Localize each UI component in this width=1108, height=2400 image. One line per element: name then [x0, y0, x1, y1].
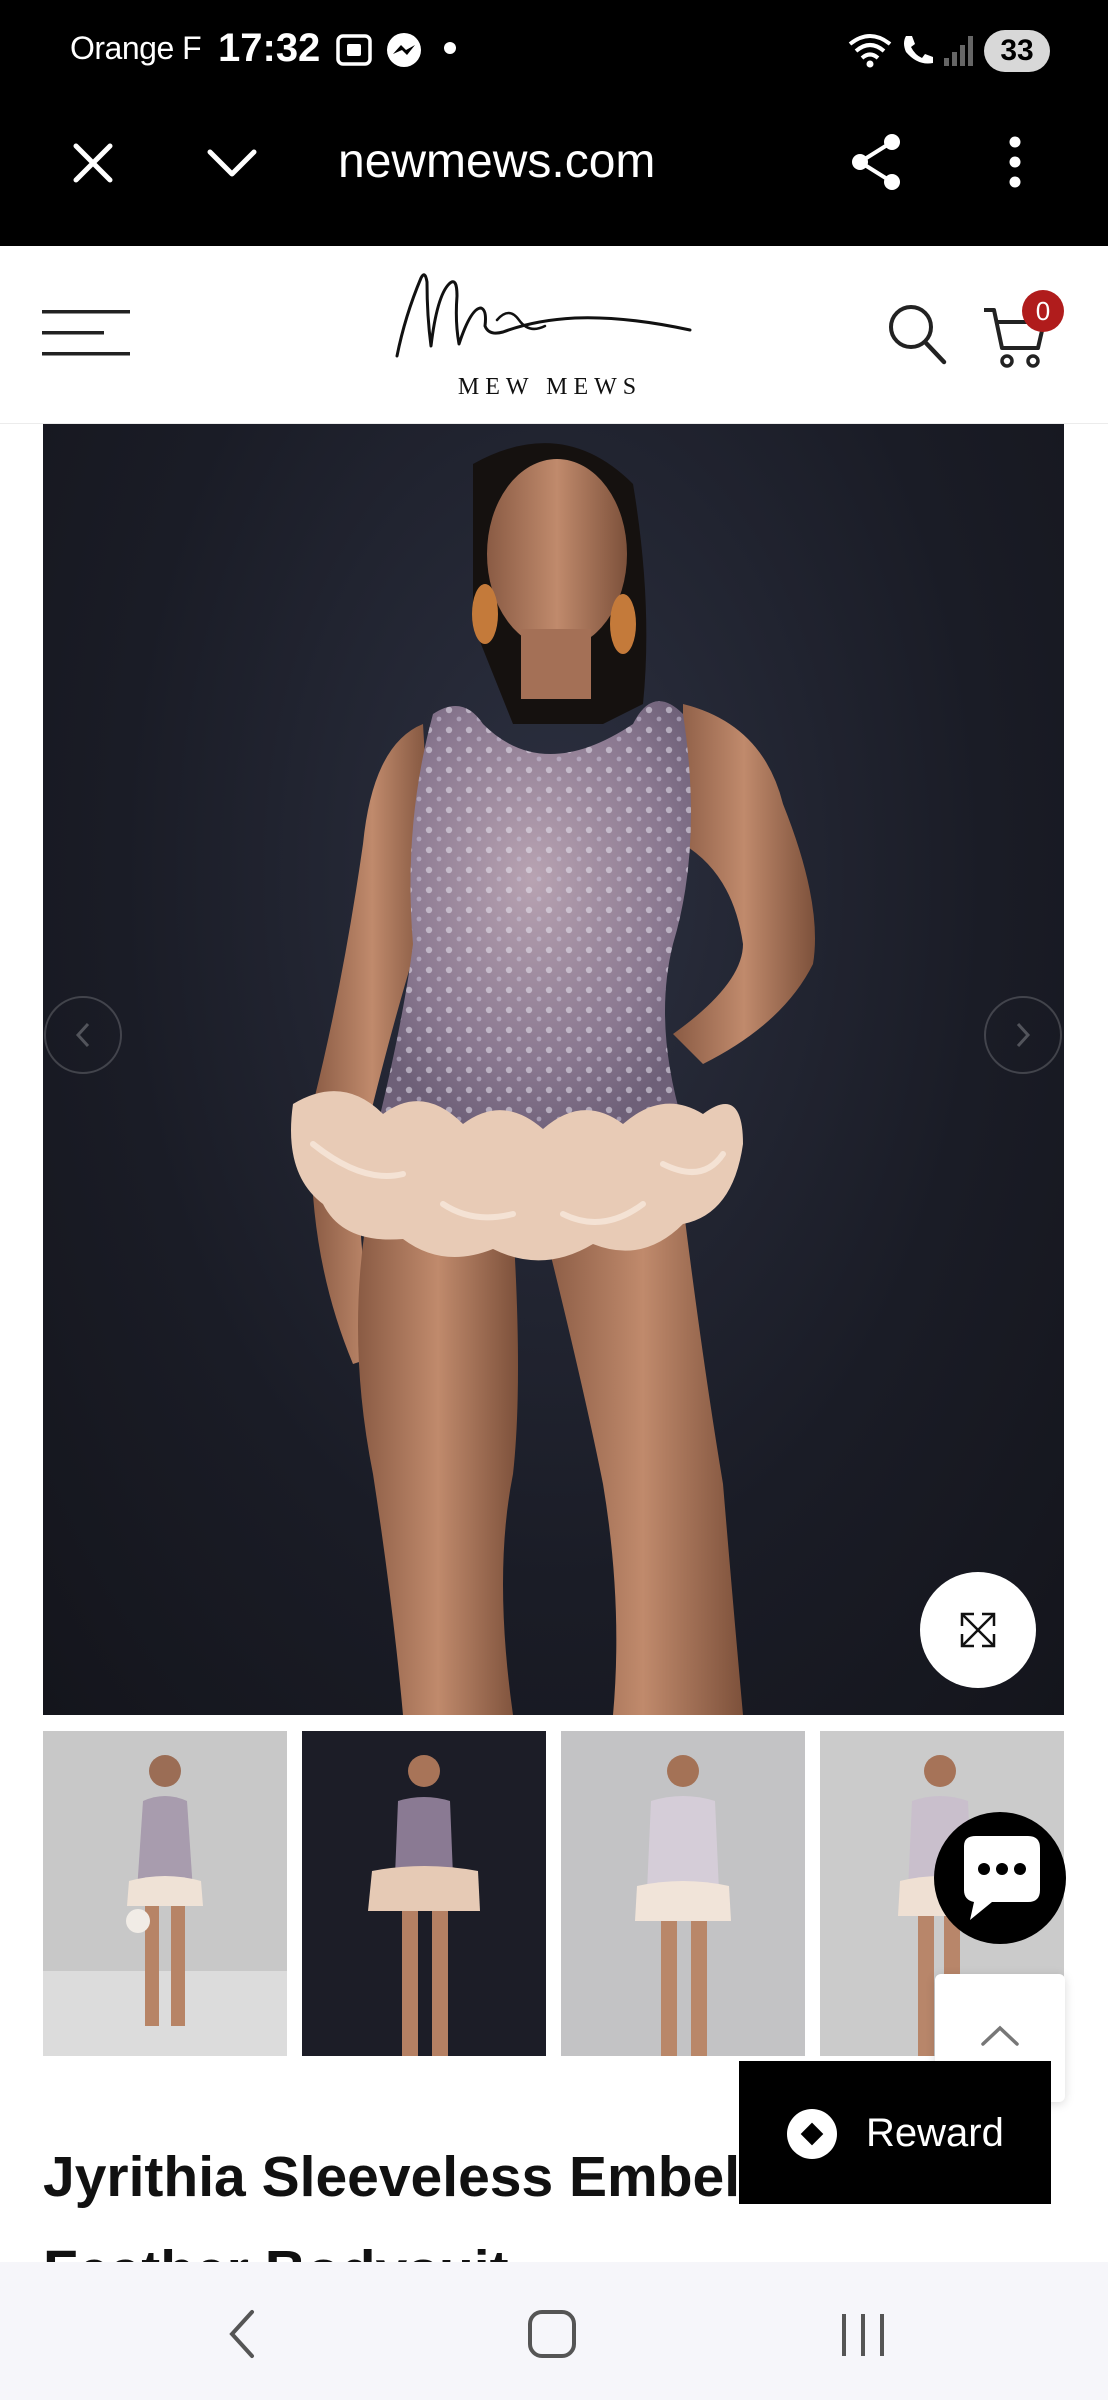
diamond-icon: [787, 2109, 837, 2159]
expand-image-button[interactable]: [920, 1572, 1036, 1688]
site-header: MEW MEWS: [0, 246, 1108, 424]
wifi-icon: [846, 30, 894, 75]
back-nav-icon[interactable]: [222, 2306, 262, 2367]
thumbnail-3[interactable]: [561, 1731, 805, 2056]
chat-bubble-icon: [964, 1836, 1040, 1920]
chevron-down-icon[interactable]: [206, 148, 258, 185]
share-icon[interactable]: [848, 132, 906, 197]
recents-nav-icon[interactable]: [838, 2312, 888, 2363]
close-icon[interactable]: [70, 140, 116, 191]
reward-label: Reward: [866, 2111, 1004, 2155]
thumbnail-image: [302, 1731, 546, 2056]
browser-toolbar: newmews.com: [0, 104, 1108, 246]
previous-slide-button[interactable]: [44, 996, 122, 1074]
system-navigation-bar: [0, 2262, 1108, 2400]
chat-button[interactable]: [934, 1812, 1066, 1944]
more-options-icon[interactable]: [1004, 134, 1026, 195]
url-bar[interactable]: newmews.com: [338, 134, 698, 189]
reward-button[interactable]: Reward: [739, 2061, 1051, 2204]
notification-dot: [444, 42, 456, 54]
logo-wordmark: MEW MEWS: [457, 374, 643, 400]
thumbnail-1[interactable]: [43, 1731, 287, 2056]
thumbnail-2[interactable]: [302, 1731, 546, 2056]
clock: 17:32: [218, 26, 321, 70]
site-logo[interactable]: MEW MEWS: [385, 256, 715, 406]
top-bar: Orange F 17:32 33 newmews.com: [0, 0, 1108, 246]
cart-count-badge: 0: [1022, 290, 1064, 332]
signal-icon: [942, 30, 976, 75]
messenger-icon: [384, 30, 424, 75]
wifi-call-icon: [898, 30, 938, 75]
carrier-label: Orange F: [70, 30, 202, 66]
battery-indicator: 33: [984, 30, 1050, 72]
search-icon[interactable]: [886, 302, 948, 371]
thumbnail-image: [561, 1731, 805, 2056]
status-bar: Orange F 17:32 33: [0, 0, 1108, 104]
product-main-image[interactable]: [43, 424, 1064, 1715]
next-slide-button[interactable]: [984, 996, 1062, 1074]
home-nav-icon[interactable]: [526, 2308, 578, 2365]
model-illustration: [291, 443, 815, 1715]
screenshot-icon: [334, 30, 374, 75]
hamburger-menu-icon[interactable]: [42, 308, 130, 363]
expand-icon: [960, 1612, 996, 1648]
thumbnail-image: [43, 1731, 287, 2056]
